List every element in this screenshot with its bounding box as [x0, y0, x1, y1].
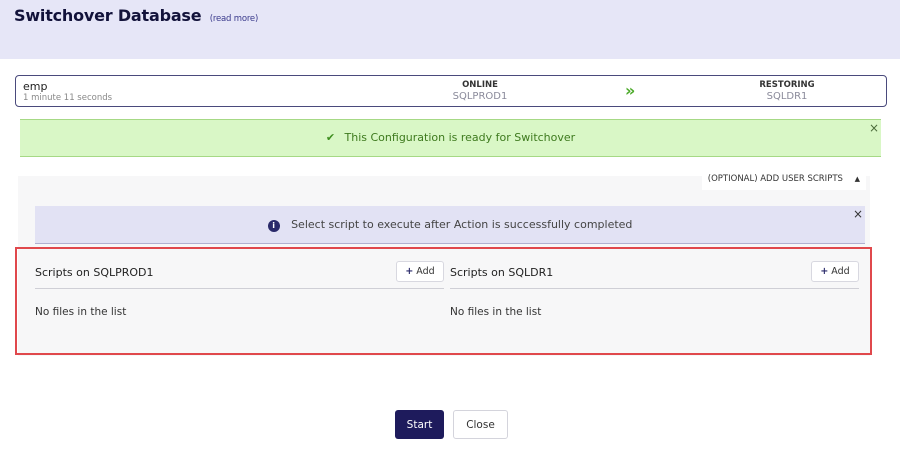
secondary-node: RESTORING SQLDR1: [727, 80, 847, 102]
scripts-section: Scripts on SQLPROD1 + Add No files in the…: [15, 247, 872, 355]
info-message: Select script to execute after Action is…: [291, 218, 633, 231]
start-button[interactable]: Start: [395, 410, 444, 439]
optional-scripts-toggle[interactable]: (OPTIONAL) ADD USER SCRIPTS ▲: [701, 170, 866, 190]
add-label: Add: [831, 266, 850, 277]
page-title-text: Switchover Database: [14, 6, 202, 25]
caret-up-icon: ▲: [854, 175, 860, 183]
scripts-title: Scripts on SQLDR1: [450, 266, 554, 279]
checkmark-icon: ✔: [325, 131, 336, 144]
info-icon: i: [267, 220, 280, 232]
primary-state: ONLINE: [462, 80, 498, 90]
plus-icon: +: [405, 266, 414, 277]
empty-list-note: No files in the list: [35, 306, 127, 318]
close-icon[interactable]: ×: [853, 207, 863, 221]
add-script-button[interactable]: + Add: [811, 261, 859, 282]
secondary-state: RESTORING: [759, 80, 815, 90]
info-banner: i Select script to execute after Action …: [35, 206, 865, 244]
elapsed-time: 1 minute 11 seconds: [23, 93, 113, 103]
close-button[interactable]: Close: [453, 410, 508, 439]
primary-node: ONLINE SQLPROD1: [420, 80, 540, 102]
scripts-header: Scripts on SQLPROD1 + Add: [35, 261, 444, 289]
add-label: Add: [416, 266, 435, 277]
scripts-header: Scripts on SQLDR1 + Add: [450, 261, 859, 289]
ready-banner: ✔ This Configuration is ready for Switch…: [20, 119, 881, 157]
page-header: Switchover Database (read more): [0, 0, 900, 59]
optional-scripts-label: (OPTIONAL) ADD USER SCRIPTS: [707, 174, 843, 184]
page-title: Switchover Database (read more): [14, 6, 258, 25]
database-card: emp 1 minute 11 seconds ONLINE SQLPROD1 …: [15, 75, 887, 107]
read-more-link[interactable]: (read more): [210, 14, 258, 24]
database-name: emp: [23, 80, 48, 93]
scripts-title: Scripts on SQLPROD1: [35, 266, 154, 279]
primary-server: SQLPROD1: [452, 91, 508, 102]
ready-message: This Configuration is ready for Switchov…: [344, 131, 576, 144]
plus-icon: +: [820, 266, 829, 277]
scripts-primary: Scripts on SQLPROD1 + Add No files in the…: [35, 249, 447, 353]
double-chevron-right-icon: »: [625, 81, 636, 100]
empty-list-note: No files in the list: [450, 306, 542, 318]
scripts-secondary: Scripts on SQLDR1 + Add No files in the l…: [450, 249, 862, 353]
close-icon[interactable]: ×: [869, 121, 879, 135]
secondary-server: SQLDR1: [766, 91, 808, 102]
add-script-button[interactable]: + Add: [396, 261, 444, 282]
